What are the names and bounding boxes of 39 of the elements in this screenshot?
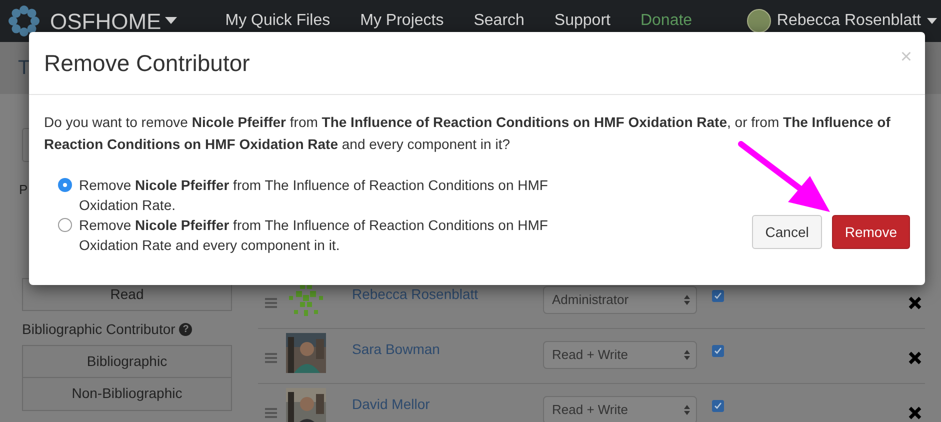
radio-button[interactable] xyxy=(58,218,72,232)
modal-title: Remove Contributor xyxy=(44,48,250,78)
remove-button[interactable]: Remove xyxy=(832,215,910,249)
select-arrows-icon xyxy=(684,350,690,360)
remove-icon[interactable] xyxy=(908,296,922,310)
remove-option[interactable]: Remove Nicole Pfeiffer from The Influence of Reaction Conditions on HMF Oxidation Rate. xyxy=(58,175,568,215)
bibliographic-checkbox[interactable] xyxy=(712,400,724,412)
help-icon[interactable]: ? xyxy=(179,322,192,336)
nav-link[interactable]: My Quick Files xyxy=(225,9,330,33)
nav-link[interactable]: Support xyxy=(554,9,610,33)
donate-link[interactable]: Donate xyxy=(640,9,692,33)
drag-handle-icon[interactable] xyxy=(265,298,277,308)
bibliographic-option[interactable]: Bibliographic xyxy=(22,344,232,378)
section-label: P xyxy=(19,181,28,199)
project-title: T xyxy=(18,56,30,81)
select-arrows-icon xyxy=(684,295,690,305)
bibliographic-checkbox[interactable] xyxy=(712,290,724,302)
remove-icon[interactable] xyxy=(908,406,922,420)
remove-icon[interactable] xyxy=(908,351,922,365)
permission-select[interactable]: Administrator xyxy=(543,286,697,314)
caret-icon xyxy=(165,17,178,25)
bibliographic-checkbox[interactable] xyxy=(712,345,724,357)
nav-link[interactable]: Search xyxy=(474,9,524,33)
nav-link[interactable]: My Projects xyxy=(360,9,444,33)
remove-option[interactable]: Remove Nicole Pfeiffer from The Influence of Reaction Conditions on HMF Oxidation Rate and every component in it. xyxy=(58,215,568,255)
radio-button[interactable] xyxy=(58,178,72,192)
drag-handle-icon[interactable] xyxy=(265,353,277,363)
permission-select[interactable]: Read + Write xyxy=(543,341,697,369)
caret-icon xyxy=(927,18,937,24)
permission-select[interactable]: Read + Write xyxy=(543,396,697,422)
drag-handle-icon[interactable] xyxy=(265,408,277,418)
user-avatar xyxy=(746,9,771,33)
logo-icon[interactable] xyxy=(8,5,40,37)
user-menu[interactable]: Rebecca Rosenblatt xyxy=(776,9,921,33)
modal-message: Do you want to remove Nicole Pfeiffer from The Influence of Reaction Conditions on HMF Oxidation Rate, or from The Influence of Reaction Conditions on HMF Oxidation Rate and every component in it? xyxy=(44,113,892,154)
bibliographic-label: Bibliographic Contributor xyxy=(22,320,176,339)
bibliographic-option[interactable]: Non-Bibliographic xyxy=(22,378,232,410)
select-arrows-icon xyxy=(684,405,690,415)
cancel-button[interactable]: Cancel xyxy=(752,215,822,249)
